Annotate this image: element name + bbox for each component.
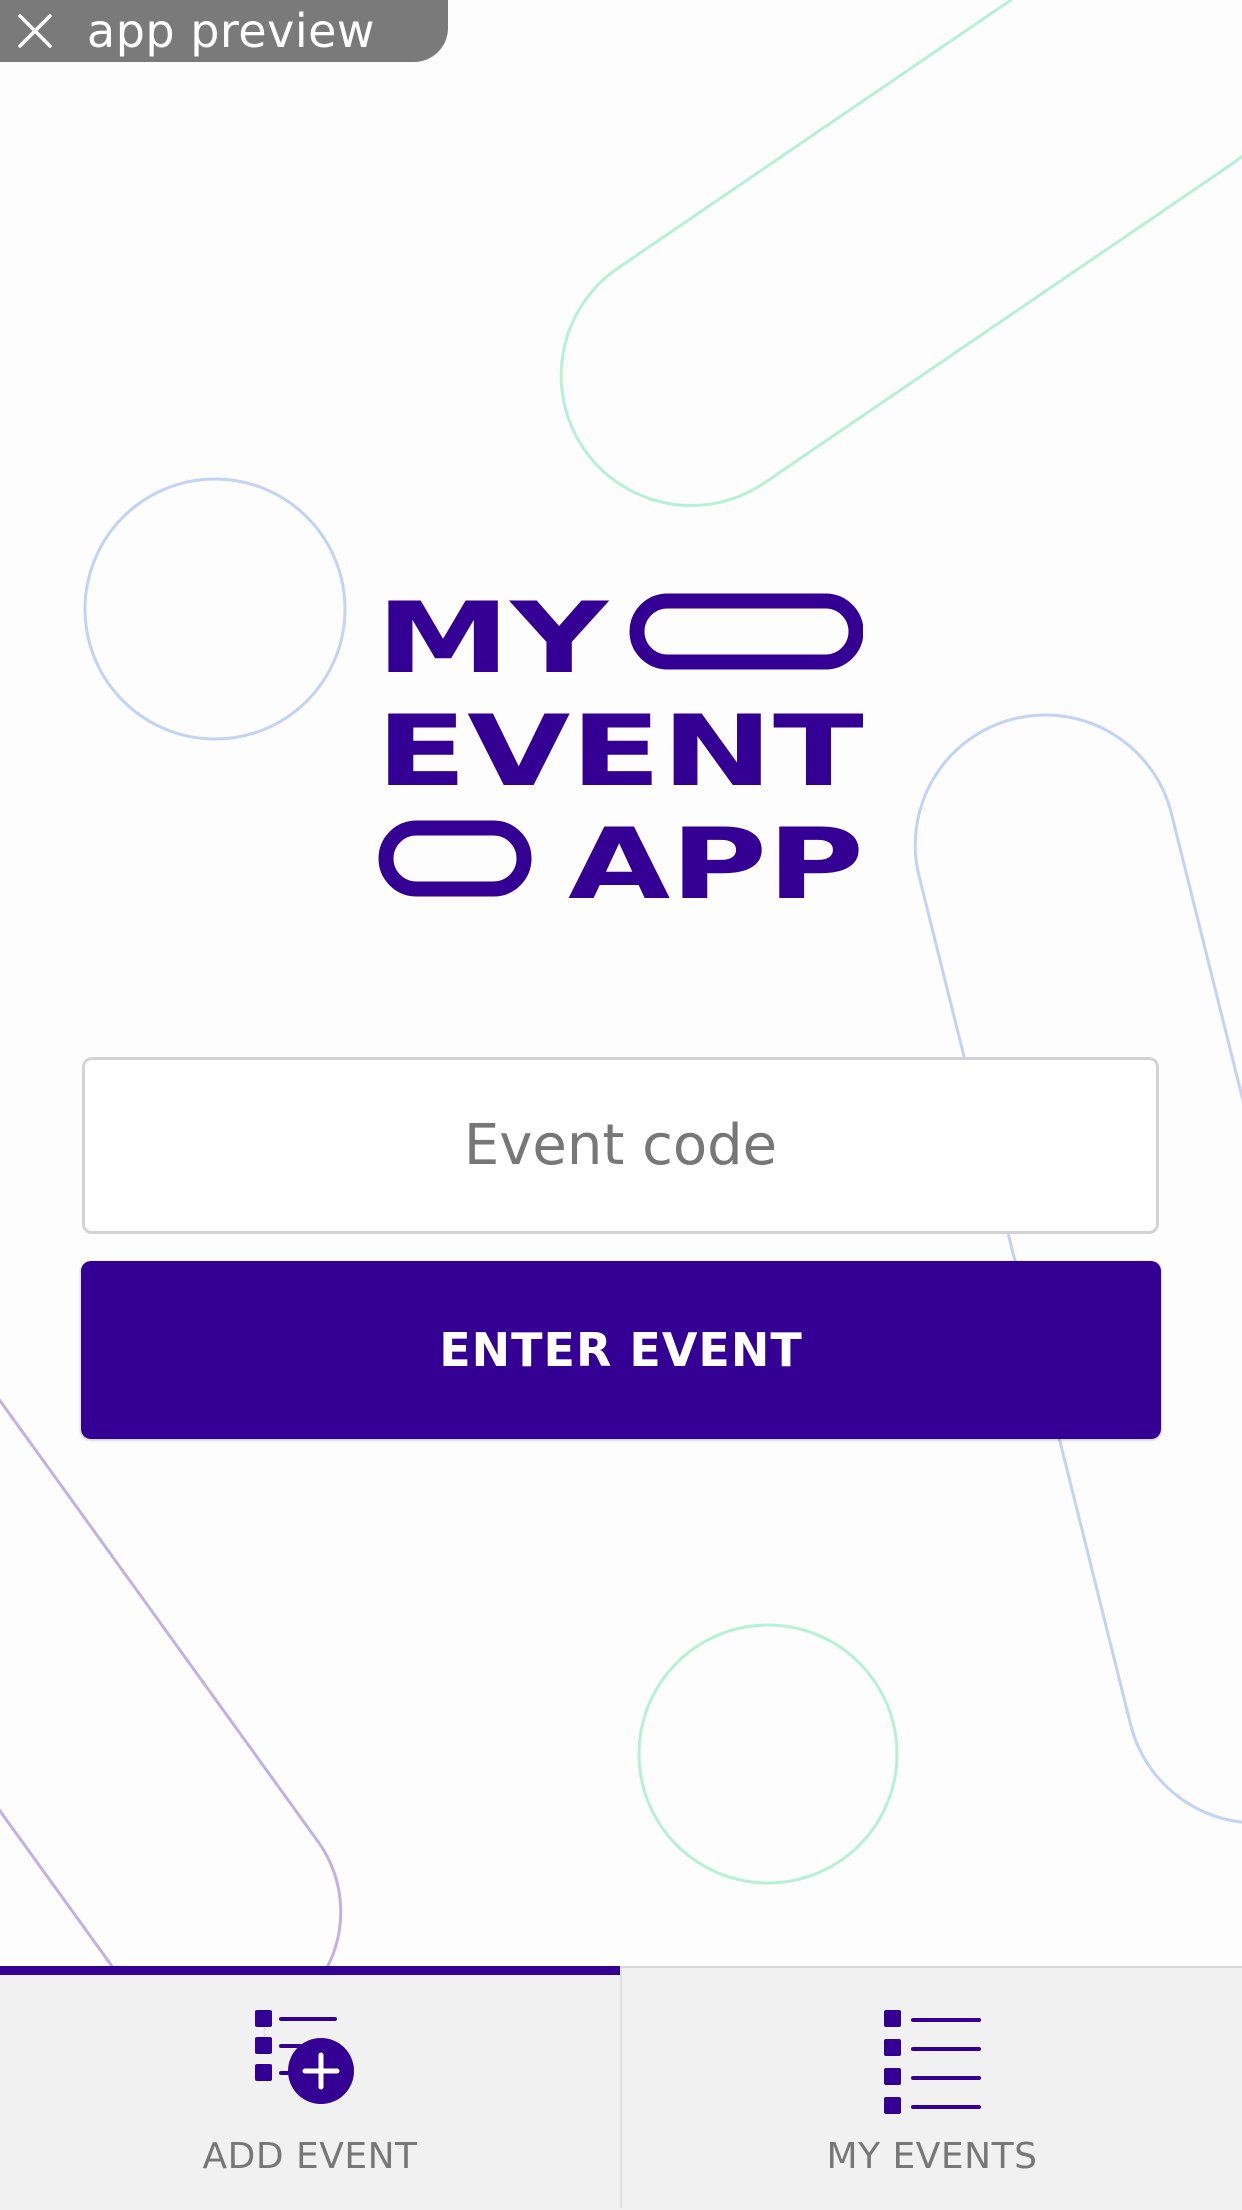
- bottom-tab-bar: ADD EVENT MY EVENTS: [0, 1966, 1242, 2210]
- logo-pill-top: [629, 593, 863, 670]
- tab-add-event[interactable]: ADD EVENT: [0, 1966, 620, 2208]
- active-tab-indicator: [0, 1966, 620, 1975]
- add-list-icon: [255, 2010, 354, 2104]
- tab-my-events[interactable]: MY EVENTS: [620, 1968, 1242, 2208]
- event-code-input[interactable]: [82, 1057, 1159, 1234]
- logo-pill-bottom: [378, 820, 532, 897]
- app-preview-bar: app preview: [0, 0, 448, 62]
- logo-line-my: MY: [378, 592, 609, 696]
- my-event-app-logo: MY EVENT APP: [378, 592, 863, 902]
- close-icon[interactable]: [15, 11, 55, 51]
- app-preview-label: app preview: [87, 4, 376, 58]
- logo-line-app: APP: [568, 808, 863, 902]
- logo-line-event: EVENT: [378, 695, 863, 809]
- list-icon: [884, 2010, 981, 2114]
- tab-my-events-label: MY EVENTS: [826, 2136, 1038, 2177]
- tab-add-event-label: ADD EVENT: [202, 2136, 418, 2177]
- enter-event-button[interactable]: ENTER EVENT: [81, 1261, 1161, 1439]
